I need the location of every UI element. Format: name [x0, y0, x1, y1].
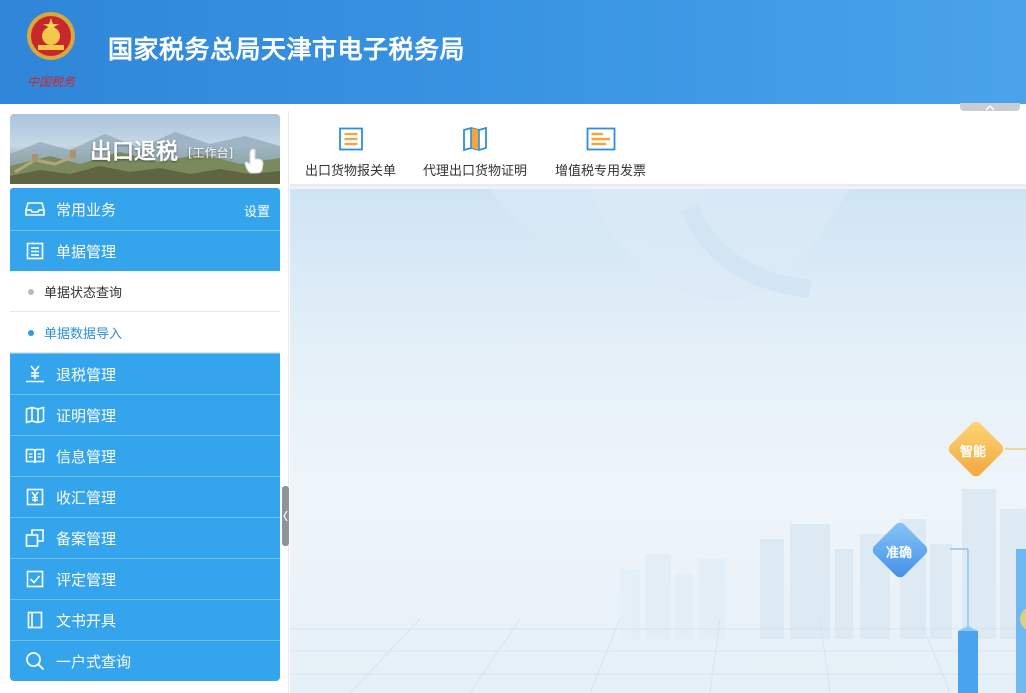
chevron-up-icon	[985, 104, 995, 111]
nav-item-rating-management[interactable]: 评定管理	[10, 558, 280, 599]
nav-item-label: 退税管理	[56, 365, 117, 384]
bullet-dot	[28, 330, 34, 336]
copy-icon	[24, 528, 46, 548]
checkbox-icon	[24, 569, 46, 589]
nav-item-label: 备案管理	[56, 529, 117, 548]
nav-item-document-management[interactable]: 单据管理	[10, 230, 280, 271]
invoice-icon	[586, 127, 615, 151]
nav-item-label: 一户式查询	[56, 652, 132, 671]
nav-item-label: 证明管理	[56, 406, 117, 425]
header-collapse-handle[interactable]	[960, 103, 1020, 111]
nav-item-label: 信息管理	[56, 447, 117, 466]
toolbar-label: 代理出口货物证明	[423, 164, 528, 179]
settings-link[interactable]: 设置	[244, 201, 270, 220]
nav-item-information-management[interactable]: 信息管理	[10, 435, 280, 476]
emblem-caption: 中国税务	[27, 75, 76, 89]
sidebar-collapse-handle[interactable]	[282, 486, 289, 546]
folded-map-icon	[463, 127, 487, 151]
nav-item-collection-management[interactable]: 收汇管理	[10, 476, 280, 517]
document-list-icon	[24, 241, 46, 261]
nav-item-one-stop-query[interactable]: 一户式查询	[10, 640, 280, 681]
tax-emblem-icon: 中国税务	[27, 12, 76, 89]
nav-item-label: 收汇管理	[56, 488, 117, 507]
banner-subtitle: [工作台]	[188, 146, 234, 160]
book-icon	[24, 610, 46, 630]
nav-item-document-issuance[interactable]: 文书开具	[10, 599, 280, 640]
yuan-tray-icon	[24, 364, 46, 384]
nav-item-refund-management[interactable]: 退税管理	[10, 353, 280, 394]
toolbar-label: 增值税专用发票	[555, 164, 647, 179]
yuan-box-icon	[24, 487, 46, 507]
workbench-banner[interactable]: 出口退税 [工作台]	[10, 114, 280, 184]
hand-pointer-icon	[244, 148, 264, 174]
chevron-left-icon	[283, 510, 288, 522]
nav-item-label: 常用业务	[56, 200, 117, 219]
nav-item-certificate-management[interactable]: 证明管理	[10, 394, 280, 435]
toolbar-customs-declaration[interactable]: 出口货物报关单	[305, 127, 396, 179]
subitem-label: 单据状态查询	[44, 285, 123, 301]
badge-label-intelligent: 智能	[960, 445, 987, 460]
nav-item-filing-management[interactable]: 备案管理	[10, 517, 280, 558]
subitem-label: 单据数据导入	[44, 326, 123, 342]
city-backdrop-illustration	[290, 189, 1026, 693]
nav-item-label: 评定管理	[56, 570, 117, 589]
declaration-form-icon	[338, 127, 363, 151]
open-book-icon	[24, 446, 46, 466]
main-content-area: 智能 准确	[290, 189, 1026, 693]
subitem-document-data-import[interactable]: 单据数据导入	[10, 312, 280, 353]
nav-item-label: 文书开具	[56, 611, 117, 630]
nav-item-label: 单据管理	[56, 242, 117, 261]
toolbar-label: 出口货物报关单	[305, 164, 397, 179]
map-icon	[24, 405, 46, 425]
quick-toolbar: 出口货物报关单 代理出口货物证明 增值税专用发票	[290, 111, 1026, 185]
subitem-document-status-query[interactable]: 单据状态查询	[10, 271, 280, 312]
bullet-dot	[28, 289, 34, 295]
header-bar: 中国税务 国家税务总局天津市电子税务局	[0, 0, 1026, 104]
toolbar-agency-export-certificate[interactable]: 代理出口货物证明	[423, 127, 527, 179]
site-title: 国家税务总局天津市电子税务局	[108, 35, 466, 64]
inbox-icon	[24, 199, 46, 219]
banner-title: 出口退税	[90, 140, 179, 165]
badge-label-accurate: 准确	[886, 546, 913, 561]
sidebar: 出口退税 [工作台] 常用业务 设置 单据管理 单据状态查询 单据数据导入 退税…	[10, 114, 280, 681]
nav-item-common-business[interactable]: 常用业务 设置	[10, 188, 280, 230]
toolbar-vat-special-invoice[interactable]: 增值税专用发票	[555, 127, 646, 179]
search-icon	[24, 651, 46, 671]
pane-divider	[288, 111, 289, 693]
